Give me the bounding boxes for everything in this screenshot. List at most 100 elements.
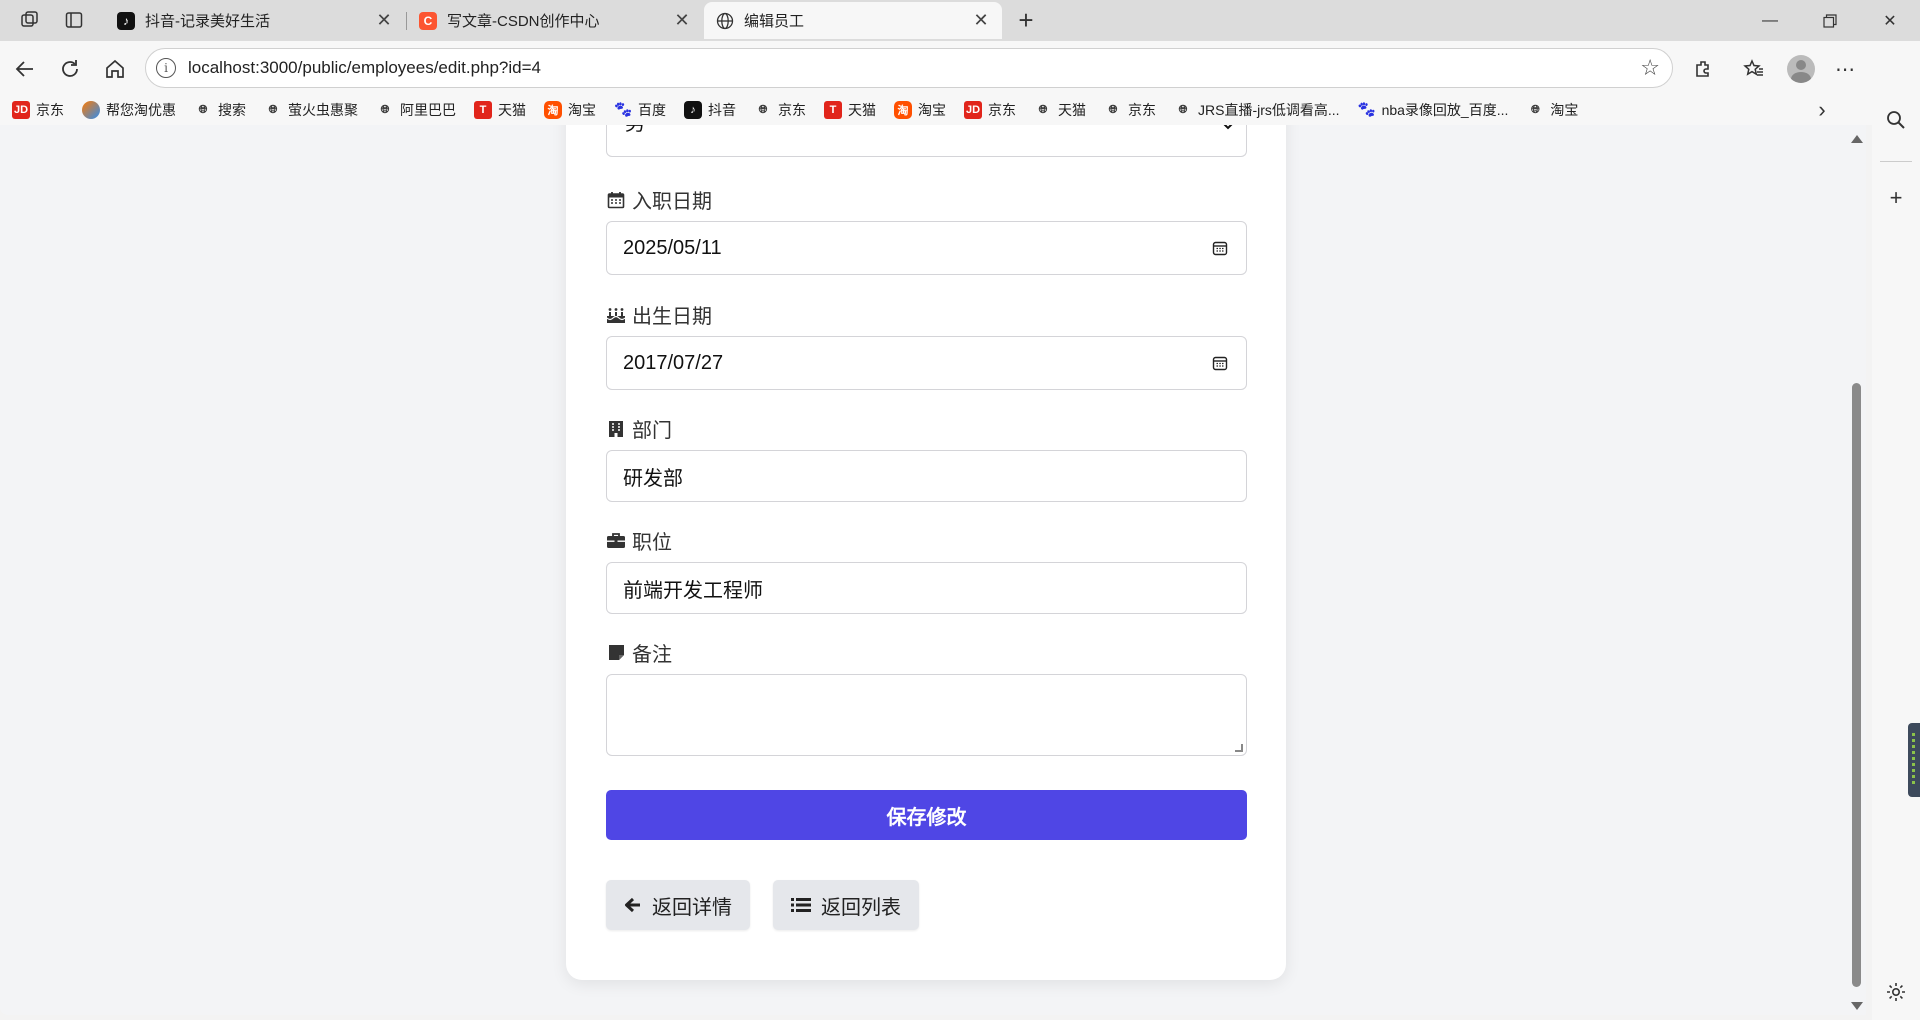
extensions-icon[interactable] (1687, 52, 1721, 86)
bookmark-item[interactable]: 淘淘宝 (894, 100, 946, 120)
bookmark-item[interactable]: ♪ 抖音 (684, 100, 736, 120)
department-label: 部门 (606, 414, 672, 443)
calendar-picker-icon[interactable] (1210, 238, 1230, 258)
tab-douyin[interactable]: ♪ 抖音-记录美好生活 ✕ (105, 2, 405, 39)
taobao-icon: 淘 (894, 101, 912, 119)
new-tab-button[interactable]: + (1010, 4, 1042, 36)
tab-title: 抖音-记录美好生活 (145, 13, 270, 30)
restore-button[interactable] (1800, 0, 1860, 41)
close-icon[interactable]: ✕ (375, 10, 393, 31)
position-input[interactable]: 前端开发工程师 (606, 562, 1247, 614)
resize-handle[interactable] (1235, 744, 1243, 752)
profile-avatar[interactable] (1787, 55, 1815, 83)
gender-value: 男 (625, 125, 645, 136)
bookmark-item[interactable]: T 天猫 (474, 100, 526, 120)
back-to-detail-button[interactable]: 返回详情 (606, 880, 750, 930)
scroll-thumb[interactable] (1852, 383, 1861, 987)
position-label: 职位 (606, 526, 672, 555)
vertical-scrollbar[interactable] (1848, 135, 1864, 1010)
edge-side-panel: + (1872, 41, 1920, 1020)
bookmark-item[interactable]: 🌐︎ 阿里巴巴 (376, 100, 456, 120)
gender-select[interactable]: 男 (606, 125, 1247, 157)
birth-date-label: 出生日期 (606, 300, 712, 329)
globe-icon: 🌐︎ (268, 103, 278, 116)
navigation-bar: i localhost:3000/public/employees/edit.p… (0, 41, 1920, 95)
bookmark-item[interactable]: JD 京东 (964, 100, 1016, 120)
page-viewport: 男 入职日期 2025/05/11 出生日期 2017/07/2 (0, 125, 1866, 1015)
chevron-down-icon (1222, 125, 1234, 135)
globe-icon: 🌐︎ (1530, 103, 1540, 116)
close-icon[interactable]: ✕ (673, 10, 691, 31)
scroll-up-arrow[interactable] (1851, 135, 1863, 143)
birth-date-value: 2017/07/27 (623, 351, 724, 374)
hire-date-value: 2025/05/11 (623, 236, 722, 259)
address-bar[interactable]: i localhost:3000/public/employees/edit.p… (145, 48, 1673, 88)
url-text[interactable]: localhost:3000/public/employees/edit.php… (188, 58, 1640, 78)
calendar-picker-icon[interactable] (1210, 353, 1230, 373)
bookmarks-bar: JD 京东 帮您淘优惠 🌐︎ 搜索 🌐︎ 萤火虫惠聚 🌐︎ 阿里巴巴 T 天猫 淘淘宝 🐾… (0, 95, 1880, 125)
bookmark-item[interactable]: JD 京东 (12, 100, 64, 120)
bookmark-item[interactable]: 🌐︎ 天猫 (1034, 100, 1086, 120)
hire-date-label: 入职日期 (606, 185, 712, 214)
more-options-icon[interactable]: ⋯ (1828, 52, 1862, 86)
scroll-down-arrow[interactable] (1851, 1002, 1863, 1010)
position-value: 前端开发工程师 (623, 579, 763, 602)
bookmark-item[interactable]: 🌐︎ 萤火虫惠聚 (264, 100, 358, 120)
edge-widget-handle[interactable] (1908, 723, 1920, 797)
close-icon[interactable]: ✕ (972, 10, 990, 31)
site-info-icon[interactable]: i (156, 58, 176, 78)
birth-date-input[interactable]: 2017/07/27 (606, 336, 1247, 390)
tab-title: 编辑员工 (744, 13, 805, 30)
back-icon[interactable] (8, 52, 42, 86)
bookmark-item[interactable]: 🐾︎ nba录像回放_百度... (1356, 100, 1508, 120)
chevron-right-icon[interactable]: › (1810, 95, 1834, 125)
tab-csdn[interactable]: C 写文章-CSDN创作中心 ✕ (407, 2, 703, 39)
notes-textarea[interactable] (606, 674, 1247, 756)
globe-icon: 🌐︎ (198, 103, 208, 116)
bookmark-item[interactable]: 淘淘宝 (544, 100, 596, 120)
bookmark-item[interactable]: 帮您淘优惠 (82, 100, 176, 120)
sticky-note-icon (606, 644, 626, 662)
settings-gear-icon[interactable] (1881, 977, 1911, 1007)
bookmark-item[interactable]: 🌐︎ 淘宝 (1526, 100, 1578, 120)
bookmark-item[interactable]: 🌐︎ 京东 (754, 100, 806, 120)
hire-date-input[interactable]: 2025/05/11 (606, 221, 1247, 275)
vertical-tabs-icon[interactable] (58, 6, 90, 34)
list-icon (791, 897, 811, 913)
notes-label: 备注 (606, 638, 672, 667)
baidu-icon: 🐾︎ (1356, 102, 1377, 119)
coupon-icon (82, 101, 100, 119)
tab-strip: ♪ 抖音-记录美好生活 ✕ C 写文章-CSDN创作中心 ✕ 编辑员工 ✕ + … (0, 0, 1920, 41)
tab-edit-employee[interactable]: 编辑员工 ✕ (704, 2, 1002, 39)
bookmark-item[interactable]: T 天猫 (824, 100, 876, 120)
calendar-icon (606, 191, 626, 209)
favorites-icon[interactable] (1737, 52, 1771, 86)
jd-icon: JD (964, 101, 982, 119)
globe-icon: 🌐︎ (758, 103, 768, 116)
csdn-icon: C (419, 11, 437, 30)
arrow-left-icon (624, 897, 642, 913)
favorite-star-icon[interactable]: ☆ (1640, 55, 1660, 81)
search-icon[interactable] (1881, 105, 1911, 135)
bookmark-item[interactable]: 🐾︎ 百度 (613, 100, 666, 120)
globe-icon: 🌐︎ (1178, 103, 1188, 116)
globe-icon (716, 12, 734, 30)
bookmark-item[interactable]: 🌐︎ JRS直播-jrs低调看高... (1174, 100, 1340, 120)
globe-icon: 🌐︎ (1038, 103, 1048, 116)
bookmark-item[interactable]: 🌐︎ 京东 (1104, 100, 1156, 120)
edit-employee-card: 男 入职日期 2025/05/11 出生日期 2017/07/2 (566, 125, 1286, 980)
back-to-list-button[interactable]: 返回列表 (773, 880, 919, 930)
workspaces-icon[interactable] (14, 6, 46, 34)
taobao-icon: 淘 (544, 101, 562, 119)
minimize-button[interactable]: — (1740, 0, 1800, 41)
refresh-icon[interactable] (53, 52, 87, 86)
department-value: 研发部 (623, 467, 683, 490)
department-input[interactable]: 研发部 (606, 450, 1247, 502)
close-window-button[interactable]: ✕ (1860, 0, 1920, 41)
bookmark-item[interactable]: 🌐︎ 搜索 (194, 100, 246, 120)
add-icon[interactable]: + (1881, 183, 1911, 213)
home-icon[interactable] (98, 52, 132, 86)
jd-icon: JD (12, 101, 30, 119)
tab-title: 写文章-CSDN创作中心 (447, 13, 600, 30)
save-button[interactable]: 保存修改 (606, 790, 1247, 840)
